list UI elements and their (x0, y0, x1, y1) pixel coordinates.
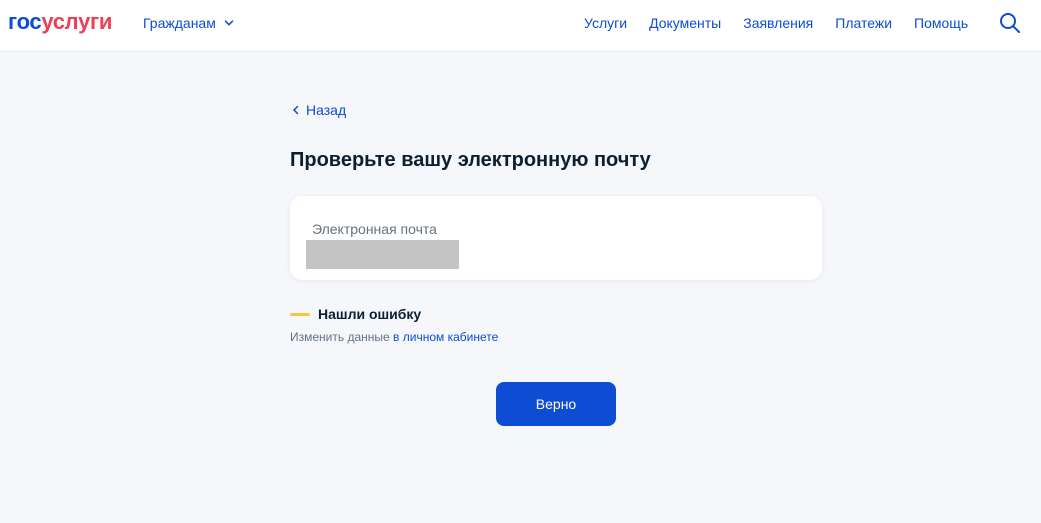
logo-part-uslugi: услуги (41, 9, 113, 34)
top-header: госуслуги Гражданам Услуги Документы Зая… (0, 0, 1041, 52)
nav-item-documents[interactable]: Документы (649, 14, 721, 32)
logo-part-gos: гос (8, 9, 42, 34)
back-link[interactable]: Назад (292, 101, 346, 119)
found-error-heading: Нашли ошибку (290, 305, 421, 323)
back-link-label: Назад (306, 102, 347, 118)
main-nav: Услуги Документы Заявления Платежи Помощ… (584, 14, 968, 32)
nav-item-help[interactable]: Помощь (914, 14, 968, 32)
page-title: Проверьте вашу электронную почту (290, 149, 651, 171)
nav-item-services[interactable]: Услуги (584, 14, 627, 32)
nav-item-payments[interactable]: Платежи (835, 14, 892, 32)
email-card: Электронная почта (290, 196, 822, 280)
personal-account-link[interactable]: в личном кабинете (393, 330, 498, 344)
change-data-text: Изменить данные (290, 330, 394, 344)
nav-item-applications[interactable]: Заявления (743, 14, 813, 32)
email-value-redacted (306, 240, 459, 269)
confirm-button[interactable]: Верно (496, 382, 616, 426)
found-error-text: Нашли ошибку (318, 306, 422, 322)
email-label: Электронная почта (312, 221, 437, 237)
change-data-hint: Изменить данные в личном кабинете (290, 329, 498, 345)
audience-label: Гражданам (143, 15, 216, 31)
gosuslugi-logo[interactable]: госуслуги (8, 9, 112, 35)
chevron-left-icon (293, 105, 299, 115)
warning-bar (290, 312, 310, 316)
search-icon[interactable] (999, 12, 1021, 34)
audience-dropdown[interactable]: Гражданам (143, 14, 234, 32)
chevron-down-icon (224, 20, 234, 26)
